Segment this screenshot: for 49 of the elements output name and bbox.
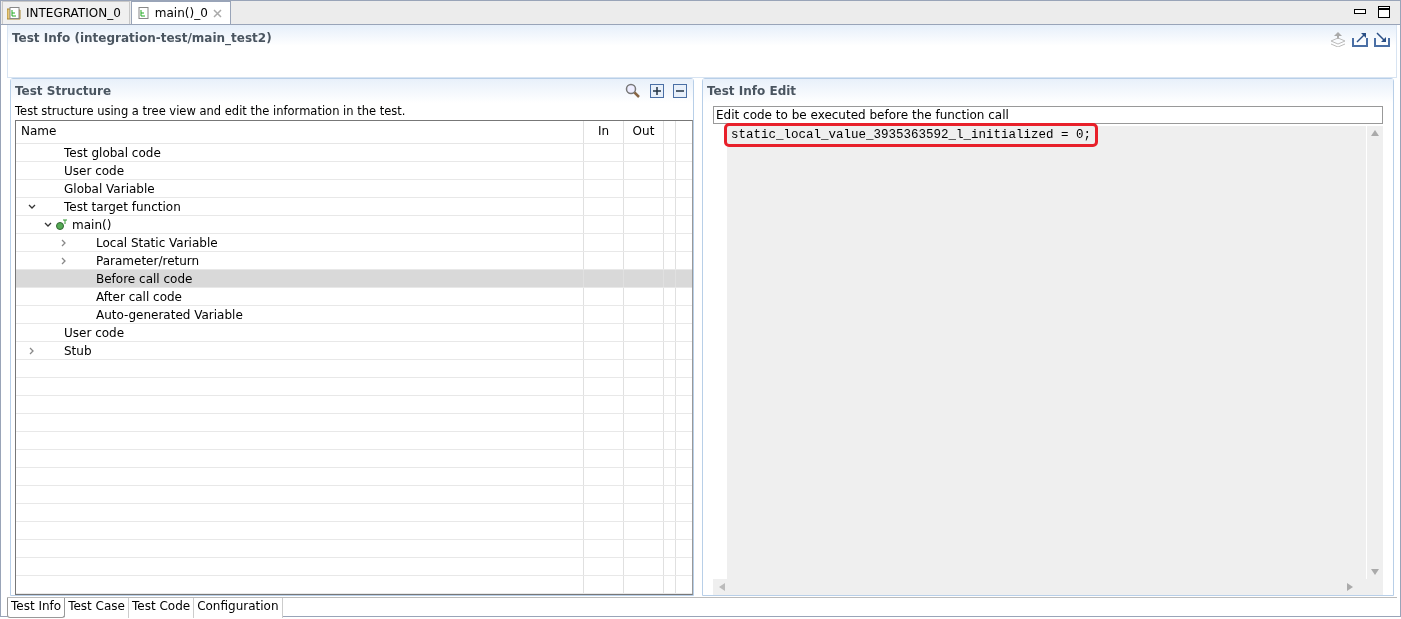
file-icon [7,6,21,20]
tree-row[interactable]: User code [16,324,692,342]
tree-item-label: Test target function [64,199,181,214]
editor-tab[interactable]: INTEGRATION_0 [2,1,130,24]
tree-row[interactable]: Local Static Variable [16,234,692,252]
tree-item-label: Parameter/return [96,253,200,268]
code-editor[interactable]: static_local_value_3935363592_l_initialized = 0; [713,126,1383,595]
tree-row[interactable]: main() [16,216,692,234]
page-tab[interactable]: Test Code [128,598,195,618]
tree-item-label: Test global code [64,145,161,160]
page-title: Test Info (integration-test/main_test2) [12,31,272,45]
tree-item-label: Local Static Variable [96,235,218,250]
tree-row[interactable]: Global Variable [16,180,692,198]
page-tab[interactable]: Configuration [194,598,283,618]
tree-row[interactable]: After call code [16,288,692,306]
tree-row[interactable]: Test target function [16,198,692,216]
export-icon[interactable] [1352,31,1368,47]
expand-all-icon[interactable] [650,84,664,98]
tree-item-label: main() [72,217,112,232]
collapse-all-icon[interactable] [673,84,687,98]
page-tab[interactable]: Test Case [65,598,129,618]
tree-row[interactable]: Auto-generated Variable [16,306,692,324]
caption-field: Edit code to be executed before the function call [713,106,1383,124]
tree-row[interactable]: Before call code [16,270,692,288]
tree-item-label: User code [64,325,125,340]
function-icon [56,218,68,231]
import-icon[interactable] [1374,31,1390,47]
tree-row[interactable]: User code [16,162,692,180]
tree-item-label: Auto-generated Variable [96,307,243,322]
file-icon [135,6,150,20]
tree-item-label: Global Variable [64,181,155,196]
page-tab[interactable]: Test Info [7,598,66,618]
column-header[interactable]: Out [623,121,663,143]
tree-item-label: After call code [96,289,182,304]
minimize-icon[interactable] [1354,9,1366,15]
column-header[interactable]: Name [16,121,583,143]
panel-title: Test Structure [15,84,112,98]
tree-row[interactable]: Stub [16,342,692,360]
editor-tab[interactable]: main()_0 [130,1,231,24]
panel-description: Test structure using a tree view and edit the information in the test. [14,103,407,120]
search-icon[interactable] [625,83,641,99]
tree-item-label: Stub [64,343,92,358]
tree-item-label: Before call code [96,271,193,286]
maximize-icon[interactable] [1378,6,1390,18]
tree-item-label: User code [64,163,125,178]
tree-row[interactable]: Test global code [16,144,692,162]
column-header[interactable]: In [583,121,623,143]
code-line: static_local_value_3935363592_l_initialized = 0; [727,126,1096,144]
panel-title: Test Info Edit [707,84,797,98]
